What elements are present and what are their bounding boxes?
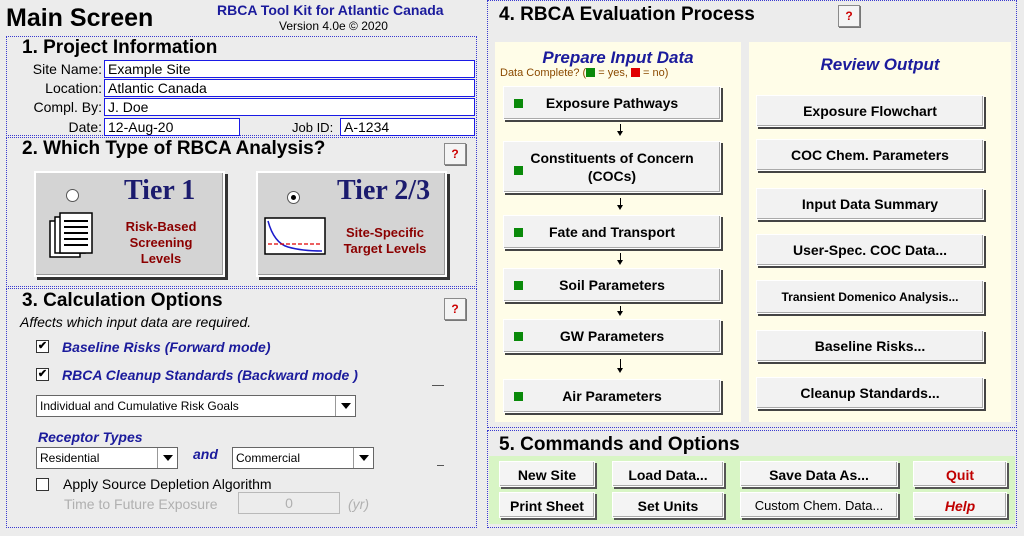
- flow-arrow: [617, 198, 623, 210]
- baseline-risks-button[interactable]: Baseline Risks...: [756, 330, 984, 362]
- divider-mark: [432, 385, 444, 386]
- save-data-as-button[interactable]: Save Data As...: [740, 461, 898, 487]
- tier23-radio[interactable]: [287, 191, 300, 204]
- tier23-title: Tier 2/3: [337, 175, 431, 206]
- location-label: Location:: [45, 80, 102, 96]
- receptor2-select[interactable]: Commercial: [232, 447, 374, 469]
- flow-arrow: [617, 306, 623, 316]
- job-id-field[interactable]: A-1234: [340, 118, 475, 136]
- version-label: Version 4.0e © 2020: [279, 19, 388, 33]
- site-name-field[interactable]: Example Site: [104, 60, 475, 78]
- tier1-title: Tier 1: [124, 175, 196, 206]
- time-to-exposure-field[interactable]: 0: [238, 492, 340, 514]
- complete-indicator: [514, 166, 523, 175]
- source-depletion-label: Apply Source Depletion Algorithm: [63, 476, 272, 492]
- analysis-type-title: 2. Which Type of RBCA Analysis?: [22, 138, 326, 159]
- cleanup-standards-button[interactable]: Cleanup Standards...: [756, 377, 984, 409]
- exposure-pathways-button[interactable]: Exposure Pathways: [503, 86, 721, 120]
- exposure-flowchart-button[interactable]: Exposure Flowchart: [756, 95, 984, 127]
- custom-chem-data-button[interactable]: Custom Chem. Data...: [740, 492, 898, 518]
- risk-goal-value: Individual and Cumulative Risk Goals: [40, 399, 239, 413]
- baseline-risks-label: Baseline Risks (Forward mode): [62, 339, 271, 355]
- input-data-summary-button[interactable]: Input Data Summary: [756, 188, 984, 220]
- baseline-risks-checkbox[interactable]: ✔: [36, 340, 49, 353]
- receptor2-value: Commercial: [236, 451, 301, 465]
- cleanup-standards-checkbox[interactable]: ✔: [36, 368, 49, 381]
- chevron-down-icon: [157, 448, 177, 468]
- complete-indicator: [514, 99, 523, 108]
- date-label: Date:: [68, 119, 102, 135]
- constituents-of-concern-button[interactable]: Constituents of Concern (COCs): [503, 141, 721, 193]
- analysis-help-button[interactable]: ?: [444, 143, 466, 165]
- fate-transport-button[interactable]: Fate and Transport: [503, 215, 721, 249]
- tier1-option[interactable]: Tier 1 Risk-Based Screening Levels: [34, 171, 225, 277]
- set-units-button[interactable]: Set Units: [612, 492, 724, 518]
- commands-title: 5. Commands and Options: [499, 434, 740, 455]
- date-field[interactable]: 12-Aug-20: [104, 118, 240, 136]
- soil-parameters-button[interactable]: Soil Parameters: [503, 268, 721, 302]
- chevron-down-icon: [353, 448, 373, 468]
- complete-indicator: [514, 228, 523, 237]
- tier1-radio[interactable]: [66, 189, 79, 202]
- document-stack-icon: [46, 211, 98, 263]
- calc-options-title: 3. Calculation Options: [22, 290, 223, 311]
- new-site-button[interactable]: New Site: [499, 461, 595, 487]
- project-info-title: 1. Project Information: [22, 37, 218, 58]
- toolkit-title: RBCA Tool Kit for Atlantic Canada: [217, 2, 444, 18]
- prepare-input-title: Prepare Input Data: [542, 48, 694, 67]
- time-to-exposure-value: 0: [285, 495, 293, 511]
- site-name-label: Site Name:: [32, 61, 102, 77]
- and-label: and: [193, 446, 218, 462]
- location-field[interactable]: Atlantic Canada: [104, 79, 475, 97]
- complete-indicator: [514, 392, 523, 401]
- complete-indicator: [514, 281, 523, 290]
- evaluation-help-button[interactable]: ?: [838, 5, 860, 27]
- coc-chem-parameters-button[interactable]: COC Chem. Parameters: [756, 139, 984, 171]
- user-spec-coc-data-button[interactable]: User-Spec. COC Data...: [756, 234, 984, 266]
- source-depletion-checkbox[interactable]: [36, 478, 49, 491]
- evaluation-title: 4. RBCA Evaluation Process: [499, 4, 755, 25]
- time-to-exposure-label: Time to Future Exposure: [64, 496, 218, 512]
- cleanup-standards-label: RBCA Cleanup Standards (Backward mode ): [62, 367, 358, 383]
- page-title: Main Screen: [6, 4, 154, 32]
- job-id-label: Job ID:: [292, 120, 334, 135]
- divider-mark: [437, 465, 444, 466]
- compl-by-label: Compl. By:: [33, 99, 102, 115]
- complete-indicator: [514, 332, 523, 341]
- chevron-down-icon: [335, 396, 355, 416]
- data-complete-legend: Data Complete? ( = yes, = no): [500, 67, 669, 79]
- time-unit-label: (yr): [348, 496, 369, 512]
- receptor1-value: Residential: [40, 451, 100, 465]
- incomplete-swatch: [631, 68, 640, 77]
- load-data-button[interactable]: Load Data...: [612, 461, 724, 487]
- gw-parameters-button[interactable]: GW Parameters: [503, 319, 721, 353]
- complete-swatch: [586, 68, 596, 77]
- flow-arrow: [617, 124, 623, 136]
- risk-goal-select[interactable]: Individual and Cumulative Risk Goals: [36, 395, 356, 417]
- review-output-title: Review Output: [820, 55, 940, 74]
- transient-domenico-button[interactable]: Transient Domenico Analysis...: [756, 280, 984, 314]
- print-sheet-button[interactable]: Print Sheet: [499, 492, 595, 518]
- quit-button[interactable]: Quit: [913, 461, 1007, 487]
- tier1-description: Risk-Based Screening Levels: [125, 219, 197, 266]
- tier23-description: Site-Specific Target Levels: [343, 225, 427, 256]
- receptor1-select[interactable]: Residential: [36, 447, 178, 469]
- receptor-types-title: Receptor Types: [38, 429, 143, 445]
- flow-arrow: [617, 253, 623, 265]
- compl-by-field[interactable]: J. Doe: [104, 98, 475, 116]
- decay-curve-icon: [264, 217, 326, 255]
- calc-subtitle: Affects which input data are required.: [20, 314, 252, 330]
- flow-arrow: [617, 359, 623, 373]
- tier23-option[interactable]: Tier 2/3 Site-Specific Target Levels: [256, 171, 447, 277]
- calc-help-button[interactable]: ?: [444, 298, 466, 320]
- air-parameters-button[interactable]: Air Parameters: [503, 379, 721, 413]
- help-button[interactable]: Help: [913, 492, 1007, 518]
